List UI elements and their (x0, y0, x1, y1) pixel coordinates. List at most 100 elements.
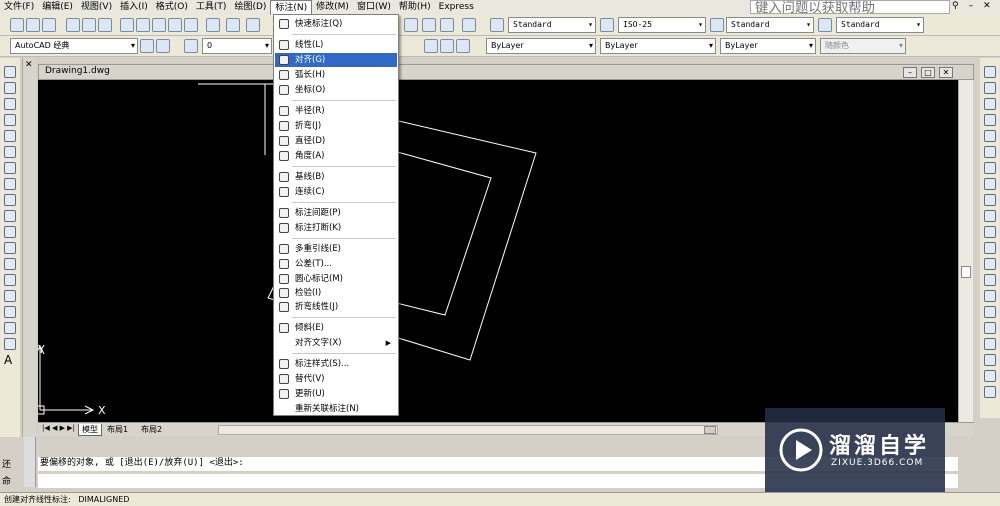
menu-format[interactable]: 格式(O) (152, 0, 192, 15)
menu-file[interactable]: 文件(F) (0, 0, 38, 15)
help-search-input[interactable] (750, 0, 950, 14)
color-select[interactable]: ByLayer (486, 38, 596, 54)
chamfer-icon[interactable] (984, 290, 996, 302)
multileader-style-select[interactable]: Standard (836, 17, 924, 33)
menu-edit[interactable]: 编辑(E) (38, 0, 77, 15)
break-at-point-icon[interactable] (984, 242, 996, 254)
gradient-icon[interactable] (4, 306, 16, 318)
menu-modify[interactable]: 修改(M) (312, 0, 353, 15)
text-style-select[interactable]: Standard (508, 17, 596, 33)
menu-item-radius[interactable]: 半径(R) (275, 104, 397, 118)
minimize-icon[interactable]: – (969, 1, 974, 11)
menu-item-oblique[interactable]: 倾斜(E) (275, 321, 397, 335)
menu-item-diameter[interactable]: 直径(D) (275, 134, 397, 148)
close-icon[interactable]: ✕ (25, 60, 33, 70)
search-icon[interactable]: ⚲ (952, 1, 959, 11)
stretch-icon[interactable] (984, 194, 996, 206)
explode-icon[interactable] (984, 322, 996, 334)
bring-front-icon[interactable] (984, 354, 996, 366)
scroll-thumb[interactable] (961, 266, 971, 278)
menu-item-aligned[interactable]: 对齐(G) (275, 53, 397, 67)
menu-item-dimension-break[interactable]: 标注打断(K) (275, 221, 397, 235)
save-icon[interactable] (42, 18, 56, 32)
pan-icon[interactable] (246, 18, 260, 32)
menu-window[interactable]: 窗口(W) (353, 0, 395, 15)
offset-icon[interactable] (984, 114, 996, 126)
move-icon[interactable] (984, 146, 996, 158)
gear-icon[interactable] (156, 39, 170, 53)
menu-item-angular[interactable]: 角度(A) (275, 149, 397, 163)
new-file-icon[interactable] (10, 18, 24, 32)
extend-icon[interactable] (984, 226, 996, 238)
dim-style-select[interactable]: ISO-25 (618, 17, 706, 33)
menu-item-quick-dimension[interactable]: 快速标注(Q) (275, 17, 397, 31)
undo-icon[interactable] (206, 18, 220, 32)
redo-icon[interactable] (226, 18, 240, 32)
drawing-canvas[interactable]: Y X (38, 80, 958, 422)
publish-icon[interactable] (98, 18, 112, 32)
tab-nav-arrows-icon[interactable]: |◀ ◀ ▶ ▶| (42, 424, 75, 432)
point-icon[interactable] (4, 274, 16, 286)
tab-layout2[interactable]: 布局2 (138, 424, 165, 435)
menu-item-center-mark[interactable]: 圆心标记(M) (275, 272, 397, 286)
workspace-settings-icon[interactable] (140, 39, 154, 53)
construction-line-icon[interactable] (4, 82, 16, 94)
scale-icon[interactable] (984, 178, 996, 190)
lineweight-select[interactable]: ByLayer (720, 38, 816, 54)
multiline-text-icon[interactable]: A (4, 354, 16, 366)
match-properties-icon[interactable] (168, 18, 182, 32)
dim-style-icon[interactable] (600, 18, 614, 32)
region-icon[interactable] (4, 322, 16, 334)
revision-cloud-icon[interactable] (4, 178, 16, 190)
rectangle-icon[interactable] (4, 130, 16, 142)
erase-icon[interactable] (984, 66, 996, 78)
menu-item-arc-length[interactable]: 弧长(H) (275, 68, 397, 82)
menu-item-multileader[interactable]: 多重引线(E) (275, 242, 397, 256)
brush-icon[interactable] (184, 18, 198, 32)
hatch-icon[interactable] (4, 290, 16, 302)
polyline-icon[interactable] (4, 98, 16, 110)
minimize-icon[interactable]: – (903, 67, 917, 78)
scroll-thumb[interactable] (704, 426, 716, 434)
paste-icon[interactable] (152, 18, 166, 32)
polygon-icon[interactable] (4, 114, 16, 126)
copy-object-icon[interactable] (984, 82, 996, 94)
menu-item-jogged[interactable]: 折弯(J) (275, 119, 397, 133)
menu-item-align-text[interactable]: 对齐文字(X) ▶ (275, 336, 397, 350)
send-back-icon[interactable] (984, 370, 996, 382)
command-window-handle[interactable] (24, 437, 36, 487)
break-icon[interactable] (984, 258, 996, 270)
make-current-layer-icon[interactable] (424, 39, 438, 53)
table-style-select[interactable]: Standard (726, 17, 814, 33)
copy-icon[interactable] (136, 18, 150, 32)
tab-layout1[interactable]: 布局1 (104, 424, 131, 435)
close-icon[interactable]: ✕ (939, 67, 953, 78)
print-icon[interactable] (66, 18, 80, 32)
line-icon[interactable] (4, 66, 16, 78)
join-icon[interactable] (984, 274, 996, 286)
linetype-select[interactable]: ByLayer (600, 38, 716, 54)
table-icon[interactable] (4, 338, 16, 350)
menu-item-update[interactable]: 更新(U) (275, 387, 397, 401)
arc-icon[interactable] (4, 146, 16, 158)
text-front-icon[interactable] (984, 386, 996, 398)
draw-order-icon[interactable] (984, 338, 996, 350)
menu-help[interactable]: 帮助(H) (395, 0, 435, 15)
workspace-select[interactable]: AutoCAD 经典 (10, 38, 138, 54)
calculator-icon[interactable] (440, 18, 454, 32)
multileader-style-icon[interactable] (818, 18, 832, 32)
mirror-icon[interactable] (984, 98, 996, 110)
layer-manager-icon[interactable] (184, 39, 198, 53)
circle-icon[interactable] (4, 162, 16, 174)
menu-tools[interactable]: 工具(T) (192, 0, 231, 15)
restore-icon[interactable]: □ (921, 67, 935, 78)
menu-insert[interactable]: 插入(I) (116, 0, 152, 15)
vertical-scrollbar[interactable] (958, 80, 973, 422)
fillet-icon[interactable] (984, 306, 996, 318)
array-icon[interactable] (984, 130, 996, 142)
horizontal-scrollbar[interactable] (218, 425, 718, 435)
menu-express[interactable]: Express (435, 0, 478, 15)
menu-item-dimension-style[interactable]: 标注样式(S)... (275, 357, 397, 371)
table-style-icon[interactable] (710, 18, 724, 32)
menu-dimension[interactable]: 标注(N) (270, 0, 313, 15)
